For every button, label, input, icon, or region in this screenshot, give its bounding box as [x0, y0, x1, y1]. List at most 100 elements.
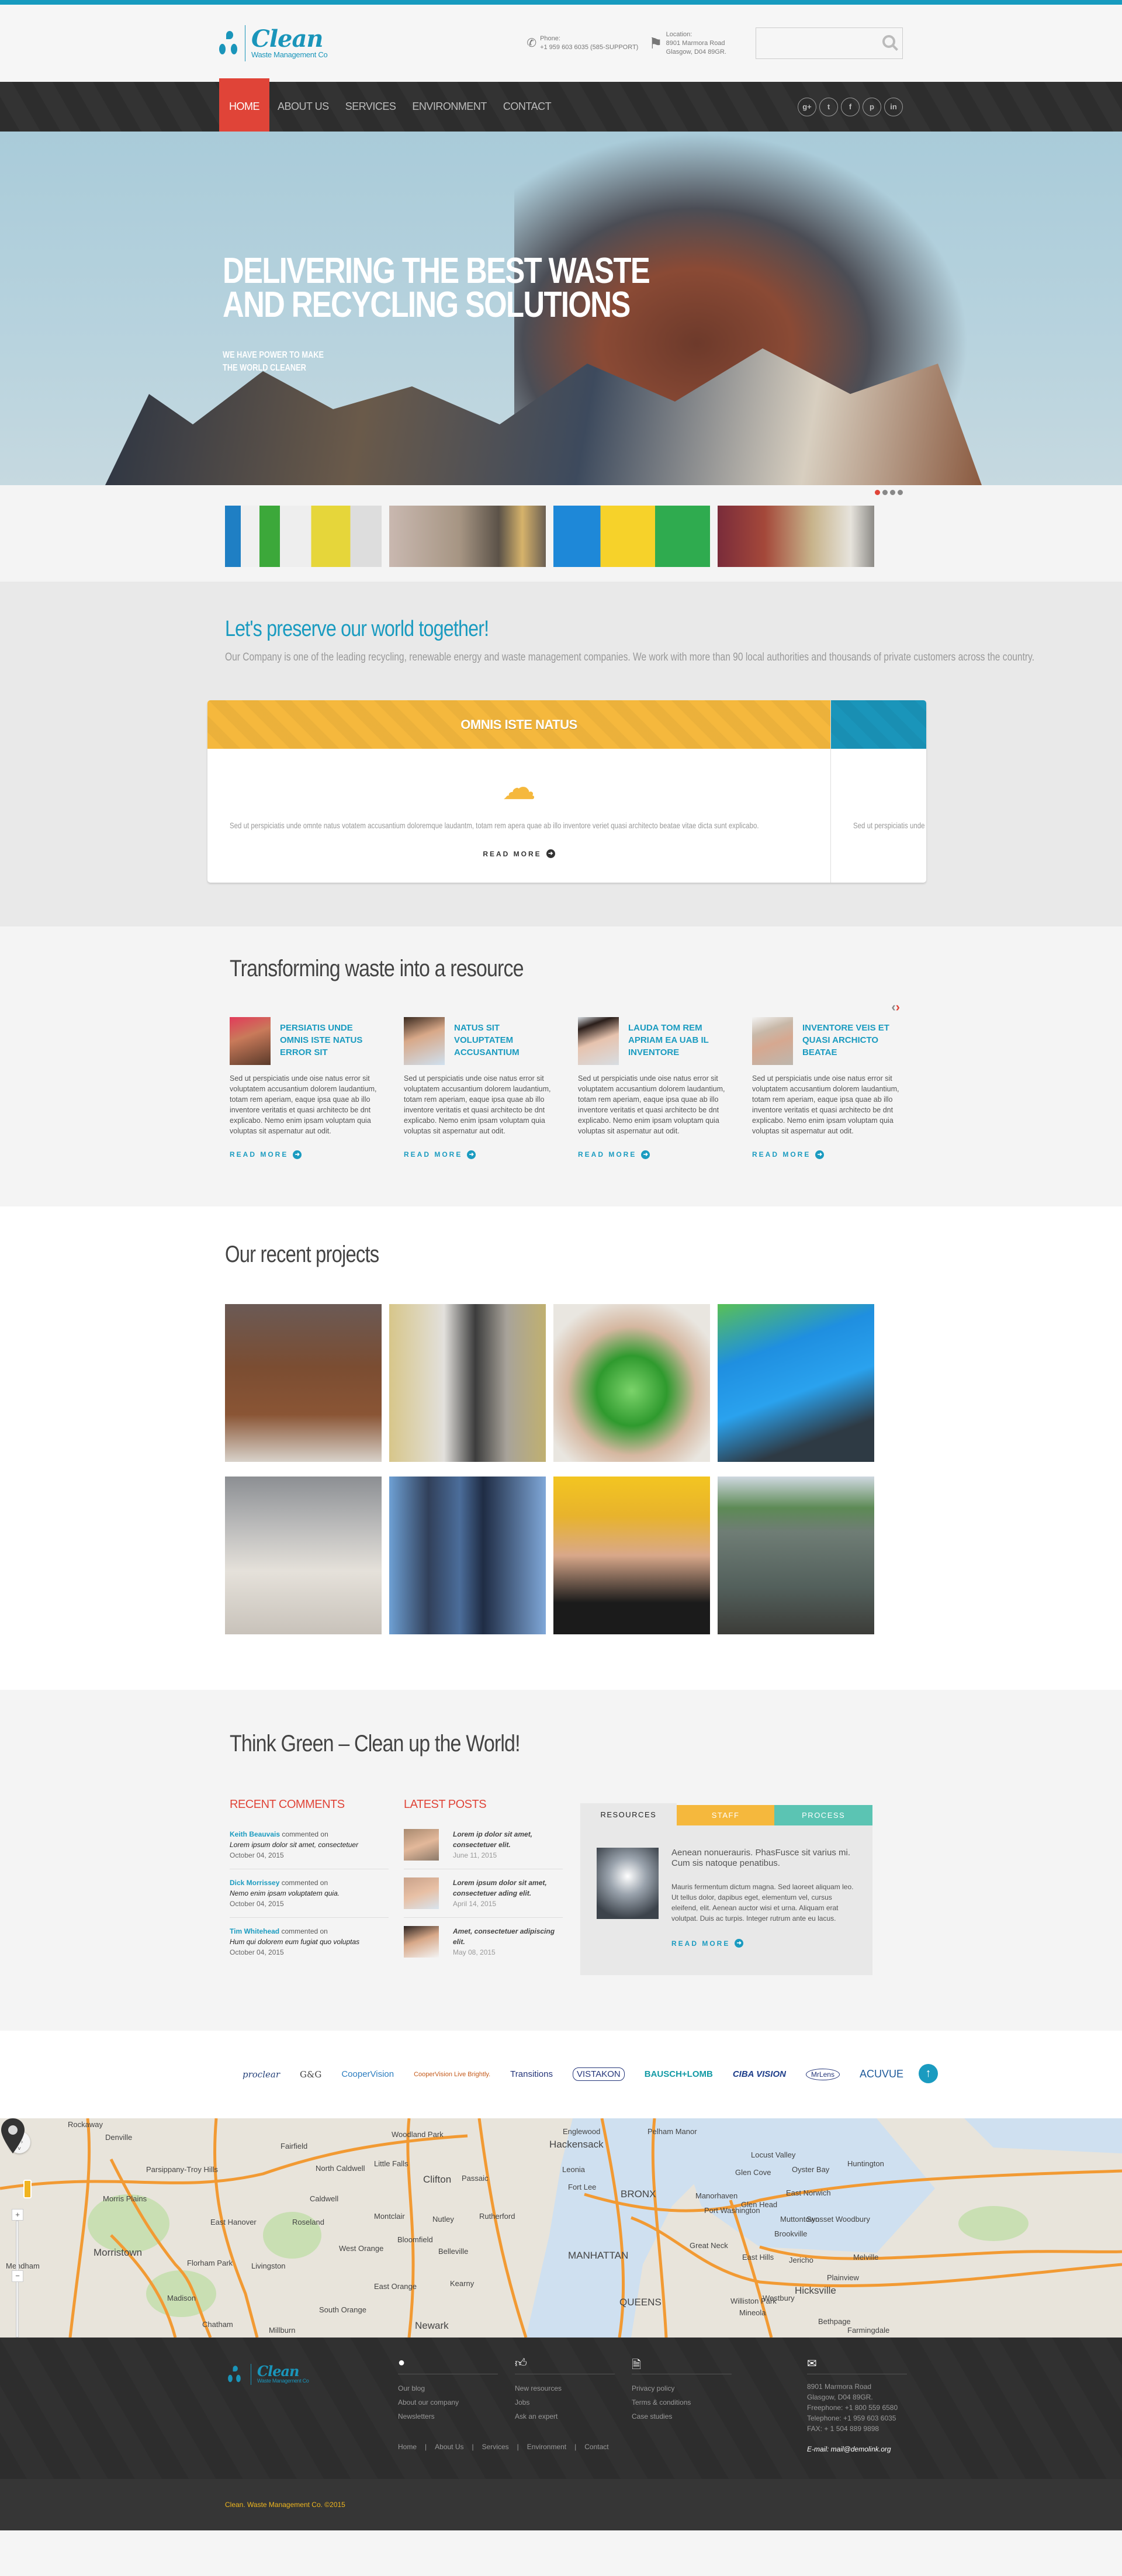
- carousel-prev-icon[interactable]: ‹: [891, 1000, 895, 1014]
- zoom-in-button[interactable]: +: [12, 2208, 23, 2221]
- person-read-more-link[interactable]: READ MORE ➜: [752, 1150, 825, 1159]
- zoom-out-button[interactable]: −: [12, 2270, 23, 2282]
- footer-link[interactable]: New resources: [515, 2381, 615, 2395]
- comment-text[interactable]: Nemo enim ipsam voluptatem quia.: [230, 1888, 389, 1899]
- footer-nav-services[interactable]: Services: [482, 2443, 509, 2451]
- map-place-label: Millburn: [269, 2325, 296, 2335]
- person-read-more-link[interactable]: READ MORE ➜: [230, 1150, 302, 1159]
- post-title[interactable]: Lorem ip dolor sit amet, consectetuer el…: [453, 1829, 563, 1850]
- thumb-landfill[interactable]: [389, 506, 546, 567]
- comment-author[interactable]: Keith Beauvais: [230, 1830, 280, 1838]
- partner-logo[interactable]: G&G: [300, 2069, 321, 2080]
- project-image-claw[interactable]: [225, 1304, 382, 1462]
- footer-nav-about[interactable]: About Us: [435, 2443, 463, 2451]
- partner-logo[interactable]: CooperVision: [341, 2069, 394, 2079]
- scroll-to-top-icon[interactable]: ↑: [919, 2063, 938, 2083]
- tab-read-more-link[interactable]: READ MORE ➜: [671, 1939, 744, 1948]
- footer-contact: ✉ 8901 Marmora Road Glasgow, D04 89GR. F…: [807, 2356, 907, 2454]
- twitter-icon[interactable]: t: [819, 97, 838, 116]
- footer-logo[interactable]: Clean Waste Management Co: [225, 2361, 309, 2388]
- comment-text[interactable]: Lorem ipsum dolor sit amet, consectetuer: [230, 1839, 389, 1850]
- project-image-paper[interactable]: [225, 1477, 382, 1634]
- comment-author[interactable]: Dick Morrissey: [230, 1879, 279, 1887]
- footer-link[interactable]: Ask an expert: [515, 2409, 615, 2423]
- google-plus-icon[interactable]: g+: [798, 97, 816, 116]
- project-image-bins[interactable]: [718, 1304, 874, 1462]
- partner-logo[interactable]: MrLens: [805, 2068, 840, 2080]
- person-title[interactable]: LAUDA TOM REM APRIAM EA UAB IL INVENTORE: [628, 1017, 729, 1065]
- nav-contact[interactable]: CONTACT: [495, 82, 559, 132]
- person-title[interactable]: NATUS SIT VOLUPTATEM ACCUSANTIUM: [454, 1017, 555, 1065]
- facebook-icon[interactable]: f: [841, 97, 860, 116]
- slider-dot[interactable]: [898, 490, 903, 495]
- map-place-label: East Hills: [742, 2252, 774, 2262]
- partner-logo[interactable]: proclear: [243, 2069, 280, 2080]
- footer-nav-environment[interactable]: Environment: [527, 2443, 566, 2451]
- avatar: [578, 1016, 619, 1065]
- thumb-colored-bins[interactable]: [553, 506, 710, 567]
- post-title[interactable]: Lorem ipsum dolor sit amet, consectetuer…: [453, 1877, 563, 1899]
- post-title[interactable]: Amet, consectetuer adipiscing elit.: [453, 1926, 563, 1947]
- footer-email[interactable]: E-mail: mail@demolink.org: [807, 2444, 907, 2454]
- comment-text[interactable]: Hum qui dolorem eum fugiat quo voluptas: [230, 1937, 389, 1947]
- tab-process[interactable]: PROCESS: [774, 1805, 872, 1825]
- thumb-garbage-truck[interactable]: [718, 506, 874, 567]
- projects-grid: [225, 1304, 903, 1634]
- partner-logo[interactable]: CooperVision Live Brightly.: [414, 2071, 490, 2078]
- map-place-label: Woodland Park: [392, 2129, 444, 2139]
- partner-logo[interactable]: VISTAKON: [572, 2067, 625, 2081]
- project-image-truck[interactable]: [389, 1304, 546, 1462]
- footer-link[interactable]: Terms & conditions: [632, 2395, 732, 2409]
- logo[interactable]: Clean Waste Management Co: [219, 25, 328, 61]
- partner-logo[interactable]: Transitions: [510, 2069, 553, 2079]
- project-image-globe[interactable]: [553, 1304, 710, 1462]
- hero-slider: DELIVERING THE BEST WASTE AND RECYCLING S…: [0, 132, 1122, 485]
- person-text: Sed ut perspiciatis unde oise natus erro…: [230, 1074, 377, 1135]
- partner-logo[interactable]: ACUVUE: [860, 2068, 903, 2080]
- person-title[interactable]: PERSIATIS UNDE OMNIS ISTE NATUS ERROR SI…: [280, 1017, 380, 1065]
- person-read-more-link[interactable]: READ MORE ➜: [578, 1150, 650, 1159]
- tab-resources[interactable]: RESOURCES: [580, 1803, 677, 1825]
- footer-link[interactable]: Our blog: [398, 2381, 498, 2395]
- footer-link[interactable]: Case studies: [632, 2409, 732, 2423]
- footer-link[interactable]: Newsletters: [398, 2409, 498, 2423]
- nav-home[interactable]: HOME: [219, 78, 269, 132]
- street-view-pegman-icon[interactable]: [23, 2179, 32, 2198]
- service-read-more-link[interactable]: READ MORE ➜: [483, 849, 555, 858]
- partner-logo[interactable]: BAUSCH+LOMB: [645, 2069, 713, 2079]
- nav-services[interactable]: SERVICES: [337, 82, 404, 132]
- carousel-next-icon[interactable]: ›: [896, 1000, 900, 1014]
- linkedin-icon[interactable]: in: [884, 97, 903, 116]
- tab-staff[interactable]: STAFF: [676, 1805, 775, 1825]
- map-place-label: East Orange: [374, 2281, 417, 2291]
- post-thumbnail[interactable]: [404, 1829, 439, 1861]
- slider-dot[interactable]: [875, 490, 880, 495]
- slider-dot[interactable]: [890, 490, 895, 495]
- person-title[interactable]: INVENTORE VEIS ET QUASI ARCHICTO BEATAE: [802, 1017, 903, 1065]
- person-read-more-link[interactable]: READ MORE ➜: [404, 1150, 476, 1159]
- nav-environment[interactable]: ENVIRONMENT: [404, 82, 495, 132]
- pinterest-icon[interactable]: p: [863, 97, 881, 116]
- project-image-polluted-water[interactable]: [718, 1477, 874, 1634]
- project-image-pipes[interactable]: [389, 1477, 546, 1634]
- search-input[interactable]: [756, 28, 902, 58]
- footer: Clean Waste Management Co ● Our blog Abo…: [0, 2337, 1122, 2479]
- comment-author[interactable]: Tim Whitehead: [230, 1927, 279, 1935]
- map-pin-icon[interactable]: [0, 2118, 26, 2153]
- post-thumbnail[interactable]: [404, 1926, 439, 1958]
- search-icon[interactable]: [882, 35, 895, 48]
- thumb-recycle-bins[interactable]: [225, 506, 382, 567]
- post-thumbnail[interactable]: [404, 1877, 439, 1909]
- slider-dot[interactable]: [882, 490, 888, 495]
- footer-link[interactable]: Privacy policy: [632, 2381, 732, 2395]
- project-image-worker[interactable]: [553, 1477, 710, 1634]
- footer-link[interactable]: Jobs: [515, 2395, 615, 2409]
- map-place-label: Mendham: [6, 2261, 40, 2270]
- footer-nav-home[interactable]: Home: [398, 2443, 417, 2451]
- nav-about-us[interactable]: ABOUT US: [269, 82, 337, 132]
- footer-link[interactable]: About our company: [398, 2395, 498, 2409]
- map-place-label: Livingston: [251, 2261, 286, 2270]
- map[interactable]: Rockaway Denville Fairfield Woodland Park Ha…: [0, 2118, 1122, 2338]
- footer-nav-contact[interactable]: Contact: [584, 2443, 608, 2451]
- partner-logo[interactable]: CIBA VISION: [733, 2069, 786, 2079]
